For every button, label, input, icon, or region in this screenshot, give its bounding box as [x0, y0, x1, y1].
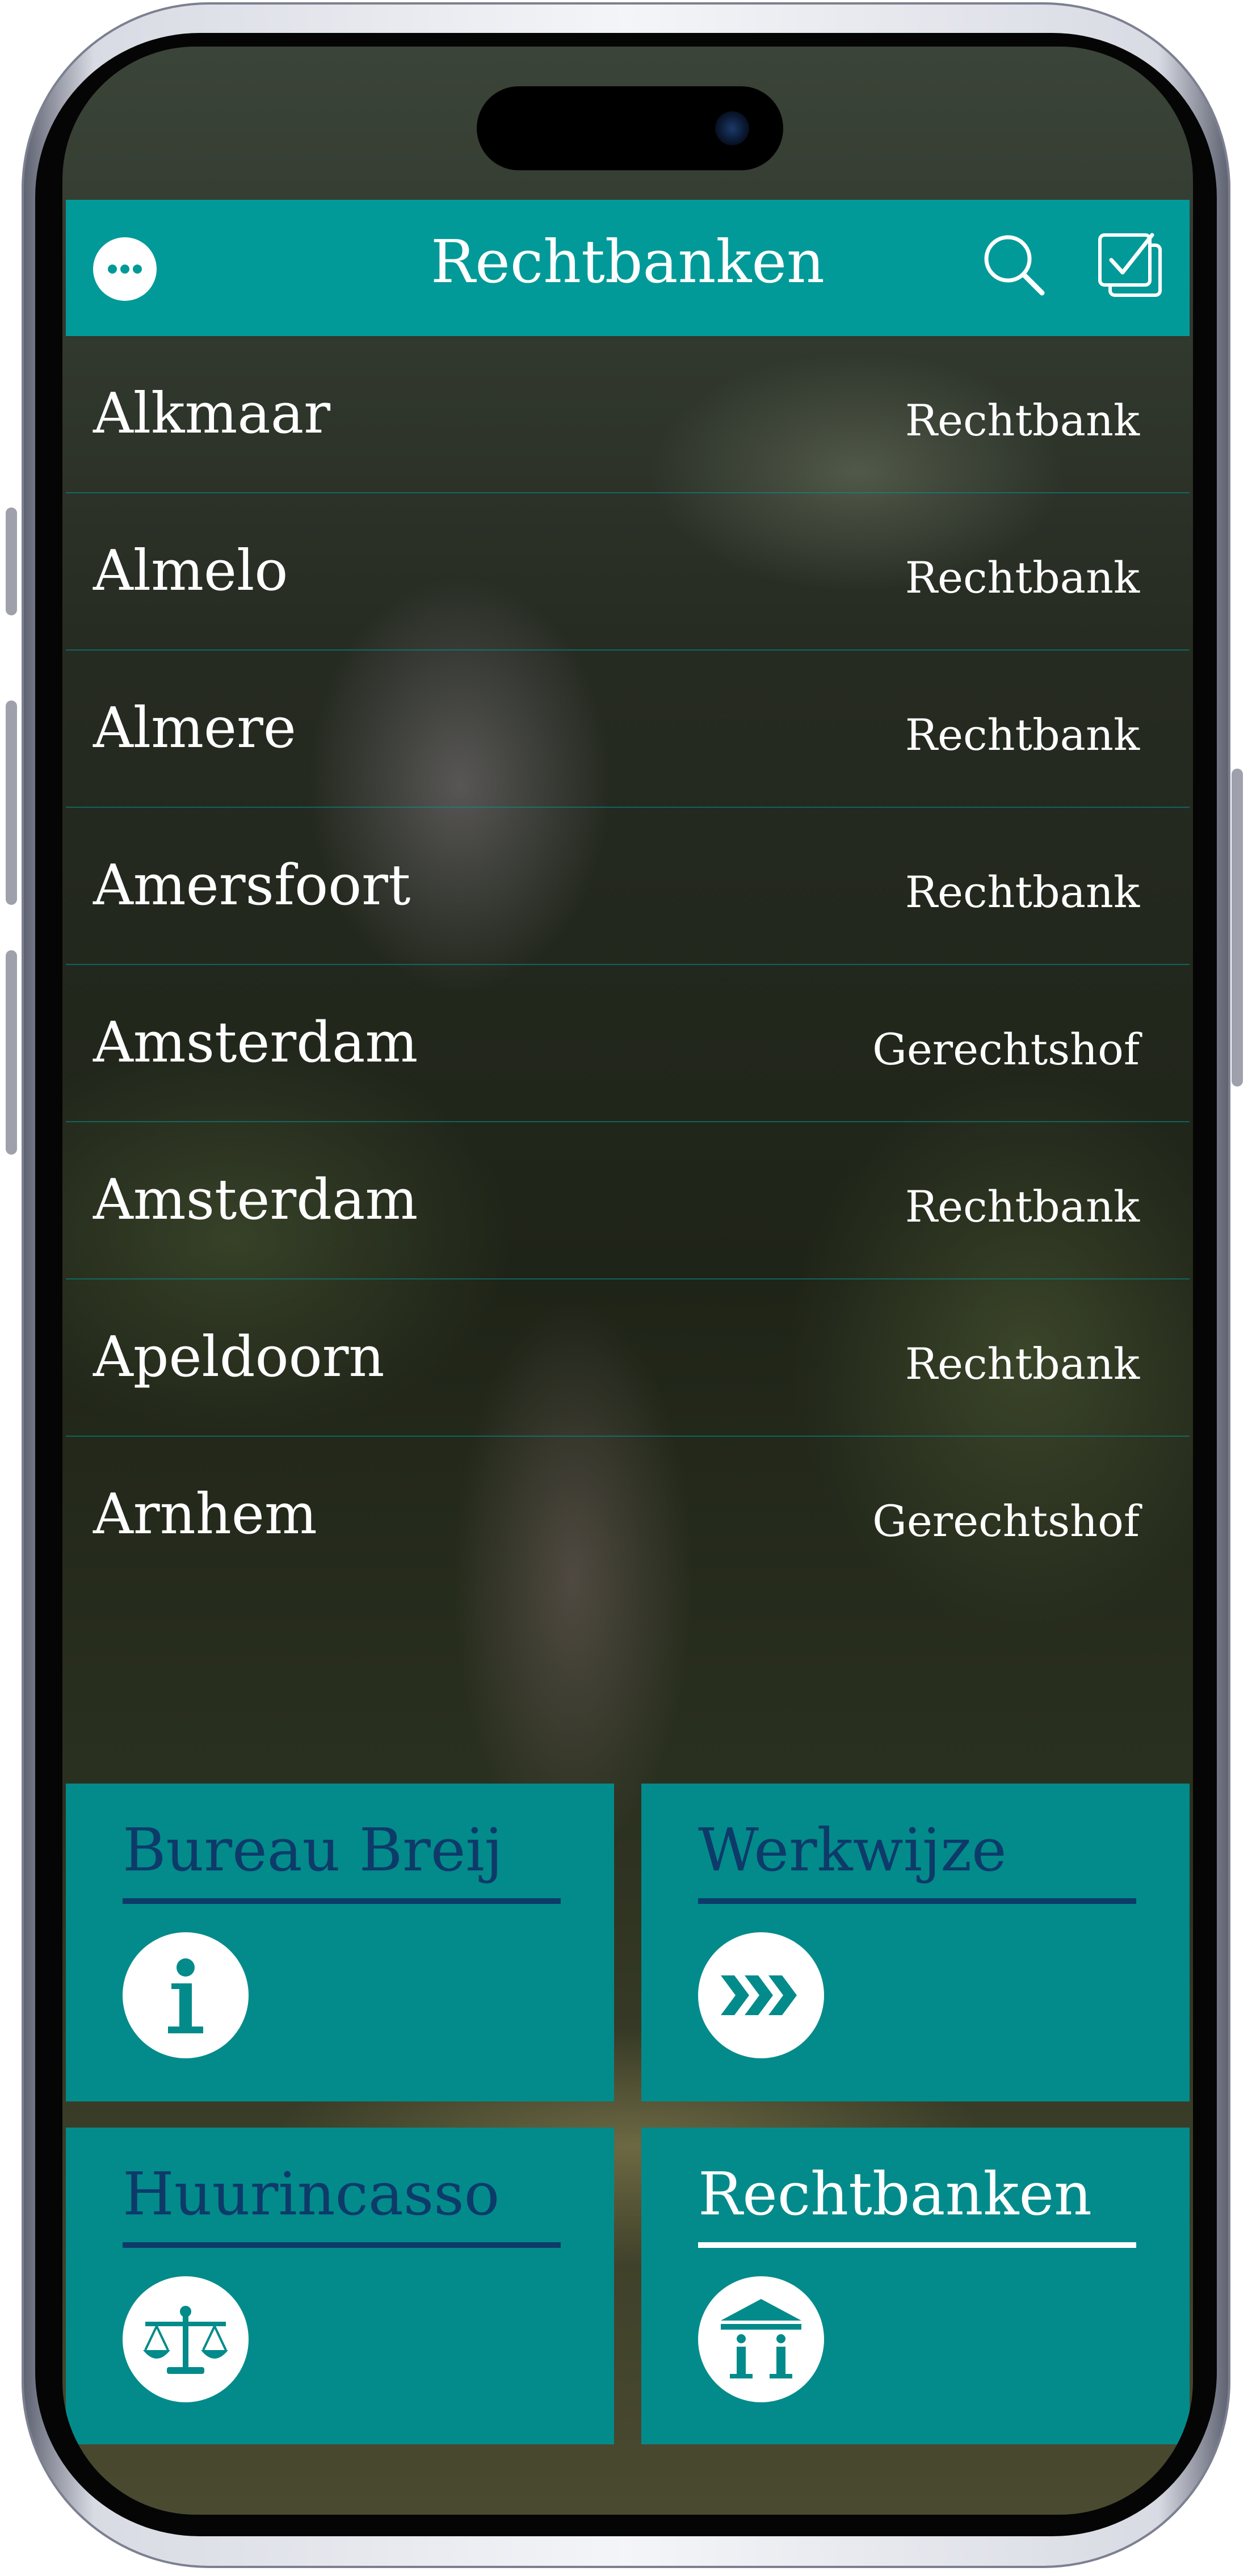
- select-button[interactable]: [1095, 230, 1166, 301]
- courthouse-icon: [721, 2299, 801, 2378]
- court-type: Rechtbank: [905, 710, 1140, 760]
- action-button: [6, 507, 17, 615]
- app-header: Rechtbanken: [66, 200, 1190, 336]
- tile-label: Rechtbanken: [698, 2159, 1092, 2229]
- court-name: Alkmaar: [93, 381, 331, 446]
- list-item[interactable]: Alkmaar Rechtbank: [66, 336, 1190, 493]
- court-type: Rechtbank: [905, 1339, 1140, 1389]
- tile-underline: [123, 2242, 561, 2248]
- list-item[interactable]: Amersfoort Rechtbank: [66, 808, 1190, 965]
- court-type: Gerechtshof: [872, 1496, 1140, 1546]
- tile-underline: [698, 1898, 1136, 1904]
- search-icon: [984, 235, 1045, 296]
- list-item[interactable]: Almelo Rechtbank: [66, 493, 1190, 651]
- court-name: Almelo: [93, 539, 288, 603]
- tile-icon-circle: [698, 1932, 824, 2058]
- tile-underline: [698, 2242, 1136, 2248]
- tile-werkwijze[interactable]: Werkwijze: [641, 1784, 1190, 2101]
- tile-label: Bureau Breij: [123, 1815, 503, 1885]
- court-type: Rechtbank: [905, 867, 1140, 917]
- court-type: Rechtbank: [905, 552, 1140, 603]
- court-name: Arnhem: [93, 1482, 317, 1547]
- tile-icon-circle: [698, 2276, 824, 2402]
- screen: Rechtbanken Alkmaar Rechtbank Almelo Recht…: [62, 47, 1193, 2515]
- tile-label: Huurincasso: [123, 2159, 500, 2229]
- volume-up-button: [6, 700, 17, 905]
- court-name: Amsterdam: [93, 1010, 418, 1075]
- court-list: Alkmaar Rechtbank Almelo Rechtbank Almere R…: [66, 336, 1190, 1594]
- dynamic-island: [477, 86, 783, 170]
- list-item[interactable]: Apeldoorn Rechtbank: [66, 1279, 1190, 1437]
- list-item[interactable]: Amsterdam Gerechtshof: [66, 965, 1190, 1122]
- tile-icon-circle: [123, 1932, 249, 2058]
- court-name: Apeldoorn: [93, 1325, 385, 1390]
- list-item[interactable]: Amsterdam Rechtbank: [66, 1122, 1190, 1279]
- court-name: Amersfoort: [93, 853, 411, 918]
- tile-huurincasso[interactable]: Huurincasso: [66, 2128, 614, 2444]
- court-type: Rechtbank: [905, 1181, 1140, 1232]
- volume-down-button: [6, 950, 17, 1155]
- tile-underline: [123, 1898, 561, 1904]
- camera-icon: [715, 111, 749, 145]
- court-type: Gerechtshof: [872, 1024, 1140, 1075]
- tile-label: Werkwijze: [698, 1815, 1007, 1885]
- court-name: Amsterdam: [93, 1168, 418, 1232]
- scales-icon: [143, 2306, 228, 2374]
- search-button[interactable]: [980, 230, 1048, 299]
- checkbox-icon: [1098, 233, 1162, 297]
- chevrons-right-icon: [721, 1975, 797, 2015]
- court-type: Rechtbank: [905, 395, 1140, 446]
- court-name: Almere: [93, 696, 296, 761]
- tile-icon-circle: [123, 2276, 249, 2402]
- info-icon: [168, 1958, 203, 2033]
- list-item[interactable]: Almere Rechtbank: [66, 651, 1190, 808]
- tile-bureau-breij[interactable]: Bureau Breij: [66, 1784, 614, 2101]
- tile-rechtbanken[interactable]: Rechtbanken: [641, 2128, 1190, 2444]
- power-button: [1232, 769, 1243, 1086]
- list-item[interactable]: Arnhem Gerechtshof: [66, 1437, 1190, 1594]
